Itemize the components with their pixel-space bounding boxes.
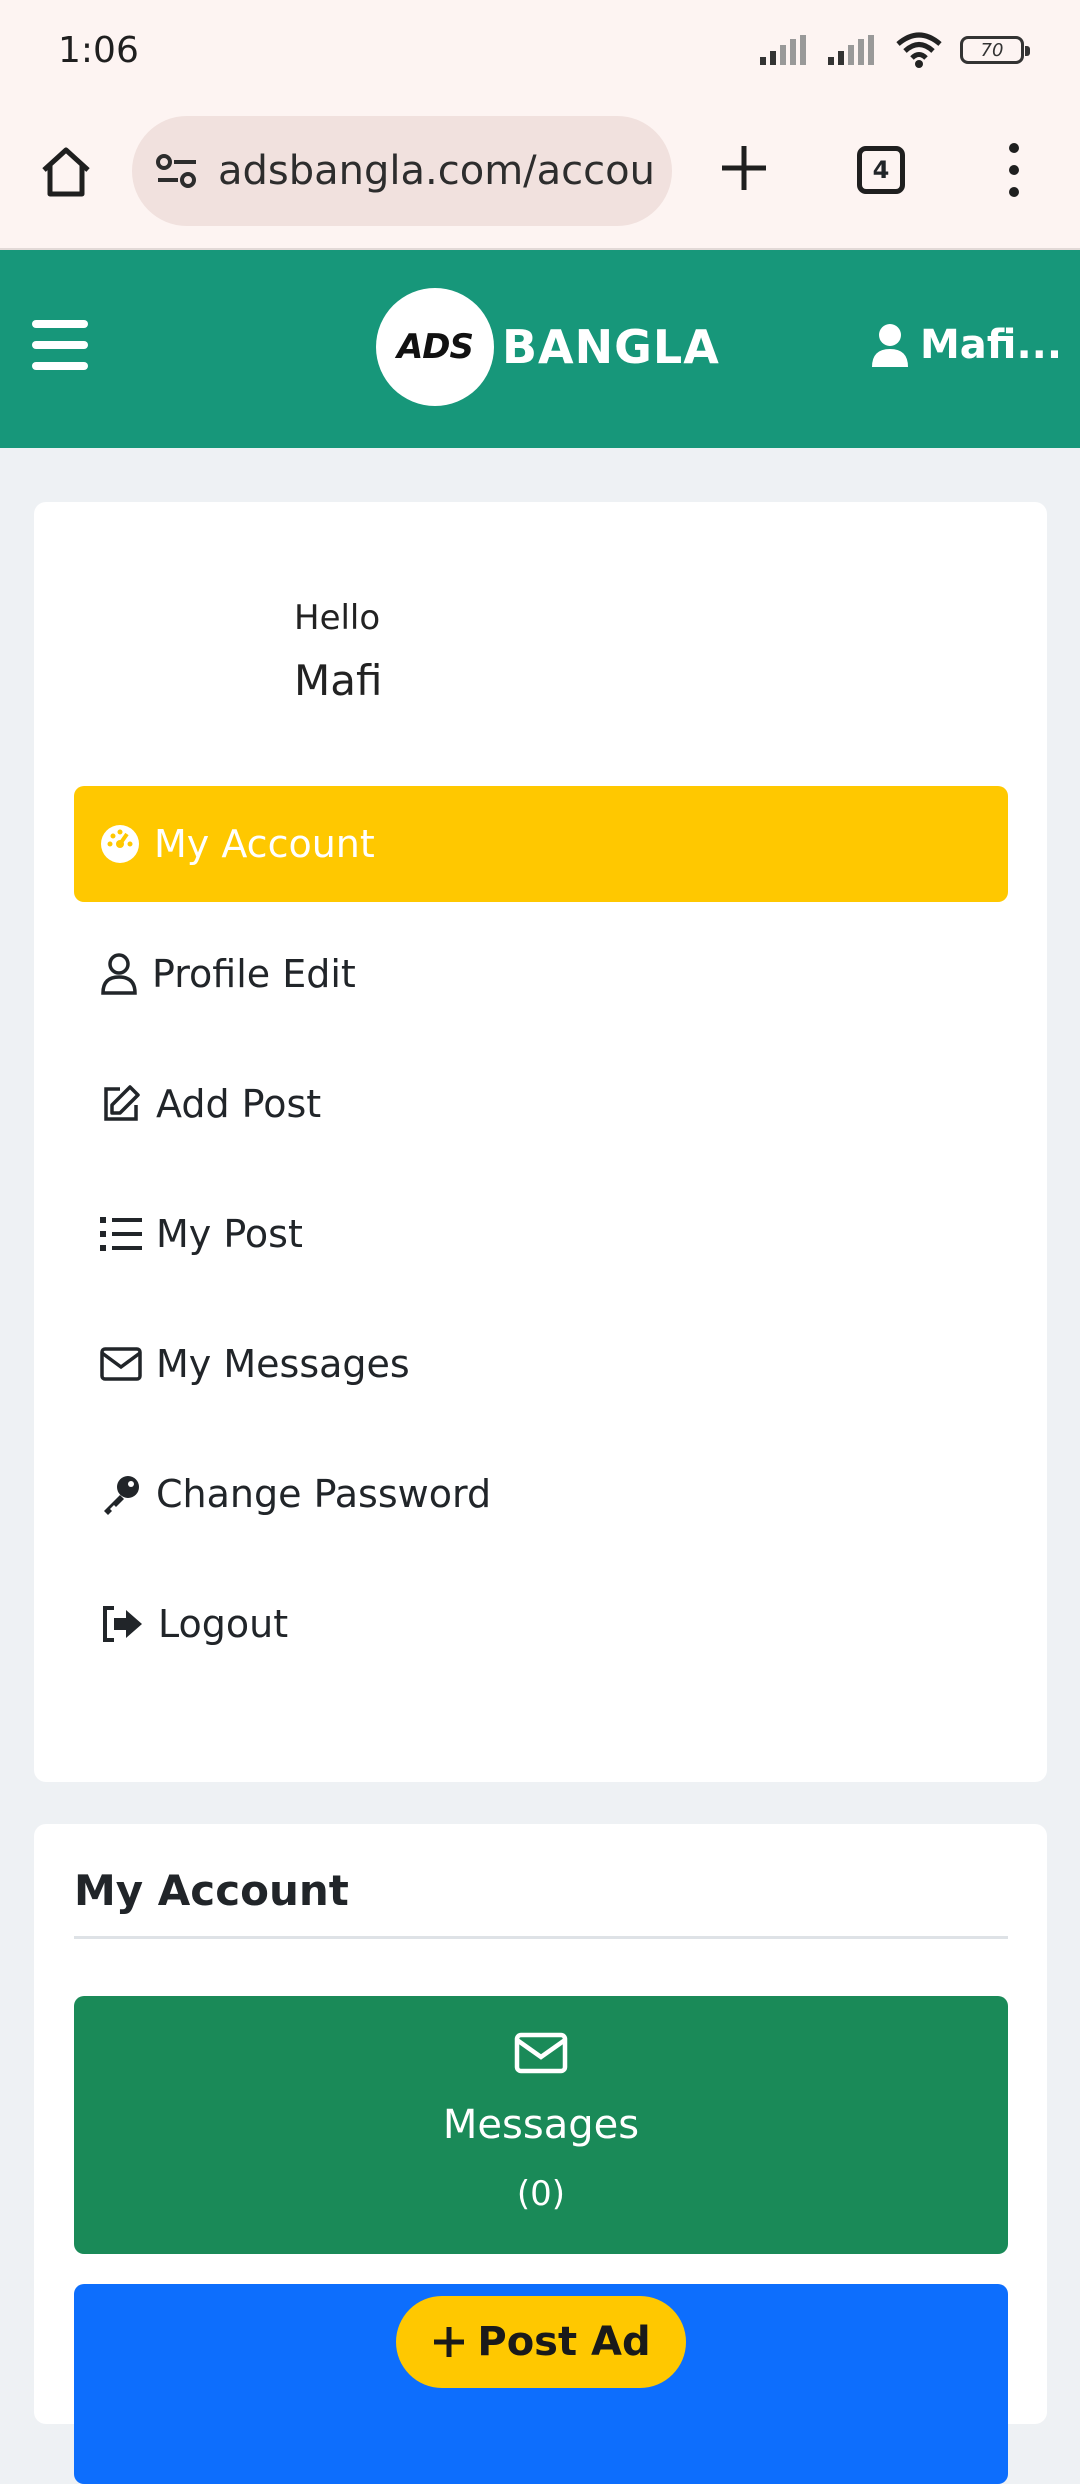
user-name: Mafi... [920,322,1063,368]
tab-switcher-button[interactable]: 4 [857,146,905,194]
post-ad-label: Post Ad [477,2319,651,2365]
site-logo[interactable]: ADS BANGLA [376,288,720,406]
messages-tile[interactable]: Messages (0) [74,1996,1008,2254]
battery-icon: 70 [960,36,1030,64]
menu-item-label: Change Password [156,1472,492,1516]
wifi-icon [896,32,942,68]
status-bar: 1:06 70 [0,0,1080,104]
account-menu-card: Hello Mafi My Account Profile Edit Add P… [34,502,1047,1782]
envelope-icon [100,1347,142,1381]
logo-text: BANGLA [502,320,720,374]
menu-item-my-messages[interactable]: My Messages [74,1306,1008,1422]
status-time: 1:06 [58,30,139,71]
list-icon [100,1217,142,1251]
address-bar[interactable]: adsbangla.com/accou [132,116,672,226]
account-menu: My Account Profile Edit Add Post My Post [74,786,1008,1696]
menu-item-logout[interactable]: Logout [74,1566,1008,1682]
site-header: ADS BANGLA Mafi... [0,250,1080,448]
menu-item-profile-edit[interactable]: Profile Edit [74,916,1008,1032]
menu-item-add-post[interactable]: Add Post [74,1046,1008,1162]
greeting-text: Hello [294,598,381,638]
post-ad-button[interactable]: Post Ad [396,2296,686,2388]
browser-toolbar: adsbangla.com/accou 4 [0,104,1080,250]
menu-item-my-account[interactable]: My Account [74,786,1008,902]
menu-item-label: My Post [156,1212,303,1256]
site-settings-icon[interactable] [156,153,198,189]
profile-name: Mafi [294,656,383,705]
messages-count: (0) [516,2174,566,2214]
dashboard-icon [101,825,139,863]
user-icon [101,953,137,995]
menu-item-label: Profile Edit [152,952,356,996]
signal-icon [760,35,806,65]
user-account-link[interactable]: Mafi... [870,322,1062,368]
status-icons: 70 [760,32,1030,68]
divider [74,1936,1008,1939]
envelope-icon [514,2032,568,2074]
menu-item-label: Add Post [156,1082,322,1126]
logo-mark: ADS [376,288,494,406]
menu-item-my-post[interactable]: My Post [74,1176,1008,1292]
url-text[interactable]: adsbangla.com/accou [218,148,655,194]
menu-item-label: Logout [158,1602,289,1646]
more-options-icon[interactable] [1000,140,1028,200]
section-title: My Account [74,1866,349,1915]
plus-icon [434,2327,465,2357]
messages-label: Messages [442,2102,640,2148]
signal-icon-2 [828,35,874,65]
new-tab-icon[interactable] [716,140,772,196]
home-icon[interactable] [36,142,96,202]
edit-icon [104,1085,140,1121]
hamburger-menu-icon[interactable] [32,320,88,370]
menu-item-label: My Account [154,822,375,866]
key-icon [104,1476,139,1515]
logout-icon [103,1606,142,1642]
user-icon [872,324,908,367]
menu-item-label: My Messages [156,1342,410,1386]
menu-item-change-password[interactable]: Change Password [74,1436,1008,1552]
